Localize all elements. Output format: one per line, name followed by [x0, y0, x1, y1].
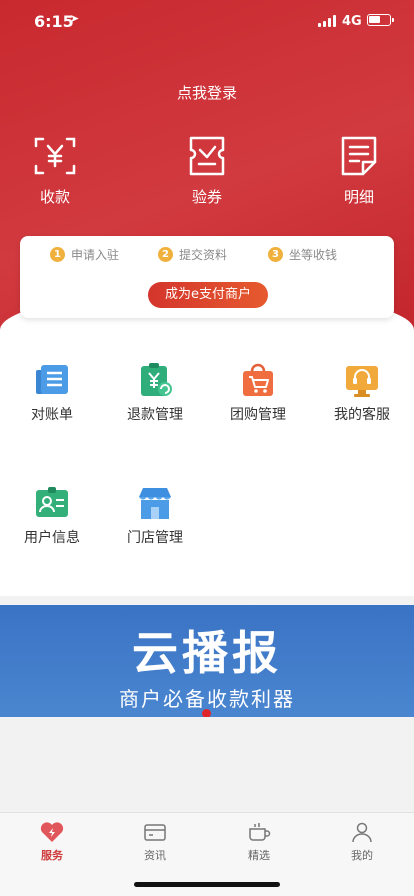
service-label: 门店管理 — [127, 530, 183, 546]
tab-label: 精选 — [248, 849, 270, 862]
group-buy-icon — [243, 363, 273, 396]
verify-coupon-label: 验券 — [191, 188, 222, 206]
tab-mine[interactable]: 我的 — [332, 821, 392, 863]
person-icon — [352, 822, 372, 843]
banner-subtitle: 商户必备收款利器 — [119, 687, 295, 711]
tab-featured[interactable]: 精选 — [229, 821, 289, 863]
service-label: 对账单 — [31, 407, 73, 423]
document-detail-icon — [341, 136, 377, 176]
services-grid: 对账单 退款管理 团购管理 我的客服 用户信息 门店管理 — [0, 330, 414, 596]
login-link[interactable]: 点我登录 — [0, 82, 414, 103]
tab-service[interactable]: 服务 — [22, 821, 82, 863]
statement-icon — [36, 365, 68, 394]
tab-label: 资讯 — [144, 849, 166, 862]
tab-label: 我的 — [351, 849, 373, 862]
step-label: 申请入驻 — [71, 248, 120, 262]
service-label: 用户信息 — [24, 530, 80, 546]
coffee-cup-icon — [249, 823, 271, 841]
step-label: 提交资料 — [179, 248, 228, 262]
carousel-indicator — [202, 709, 211, 717]
collect-payment-button[interactable]: 收款 — [10, 134, 100, 207]
location-arrow-icon: ➤ — [70, 12, 80, 25]
service-label: 我的客服 — [334, 407, 390, 423]
promo-banner[interactable]: 云播报 商户必备收款利器 — [0, 605, 414, 717]
service-store[interactable]: 门店管理 — [110, 485, 200, 547]
status-time: 6:15 — [34, 12, 74, 31]
refund-icon — [141, 363, 172, 396]
user-info-icon — [36, 487, 68, 517]
service-label: 退款管理 — [127, 407, 183, 423]
tab-news[interactable]: 资讯 — [125, 821, 185, 863]
battery-icon — [367, 14, 394, 26]
step-submit: 2 提交资料 — [158, 246, 227, 263]
step-collect: 3 坐等收钱 — [268, 246, 337, 263]
scan-yuan-icon — [34, 137, 76, 175]
signal-icon — [318, 15, 338, 27]
home-indicator[interactable] — [134, 882, 280, 887]
customer-service-icon — [346, 366, 378, 397]
heart-service-icon — [40, 822, 64, 842]
store-icon — [139, 488, 171, 519]
service-group-buy[interactable]: 团购管理 — [213, 362, 303, 424]
service-label: 团购管理 — [230, 407, 286, 423]
verify-coupon-button[interactable]: 验券 — [162, 134, 252, 207]
tab-label: 服务 — [41, 849, 63, 862]
step-number: 2 — [158, 247, 173, 262]
step-apply: 1 申请入驻 — [50, 246, 119, 263]
status-bar: 6:15 ➤ 4G — [0, 0, 414, 44]
service-customer-service[interactable]: 我的客服 — [317, 362, 407, 424]
banner-title: 云播报 — [132, 626, 282, 680]
service-statement[interactable]: 对账单 — [7, 362, 97, 424]
service-refund[interactable]: 退款管理 — [110, 362, 200, 424]
collect-payment-label: 收款 — [39, 188, 70, 206]
become-merchant-button[interactable]: 成为e支付商户 — [148, 282, 268, 308]
step-number: 1 — [50, 247, 65, 262]
step-number: 3 — [268, 247, 283, 262]
step-label: 坐等收钱 — [289, 248, 338, 262]
service-user-info[interactable]: 用户信息 — [7, 485, 97, 547]
details-button[interactable]: 明细 — [314, 134, 404, 207]
ticket-verify-icon — [189, 136, 225, 176]
details-label: 明细 — [343, 188, 374, 206]
network-type: 4G — [342, 14, 362, 29]
onboarding-card: 1 申请入驻 2 提交资料 3 坐等收钱 成为e支付商户 — [20, 236, 394, 318]
news-card-icon — [144, 824, 166, 841]
